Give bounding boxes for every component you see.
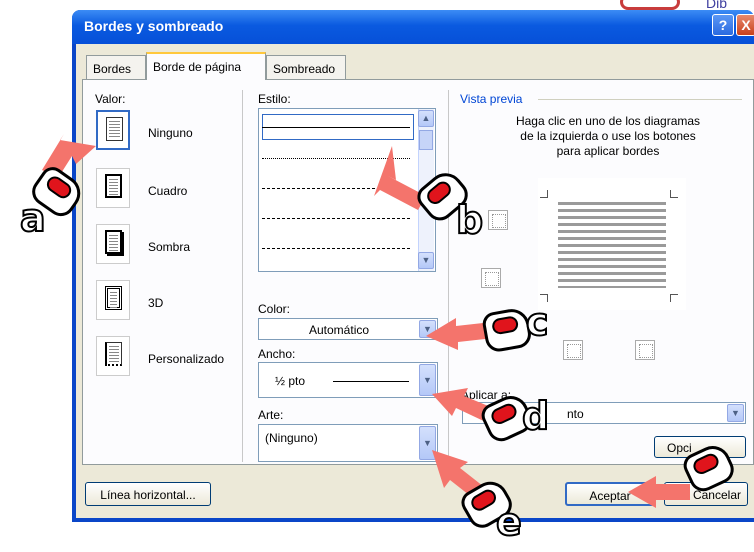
annotation-label-d: d: [521, 393, 550, 439]
annotation-label-e: e: [495, 499, 523, 545]
annotation-arrows: [42, 134, 690, 508]
tab-borde-de-pagina[interactable]: Borde de página: [146, 52, 266, 80]
annotation-label-a: a: [19, 195, 47, 241]
tab-label: Borde de página: [153, 60, 242, 74]
annotation-label-c: c: [525, 299, 549, 345]
arrow-ok: [628, 476, 690, 508]
annotation-label-b: b: [455, 197, 484, 243]
